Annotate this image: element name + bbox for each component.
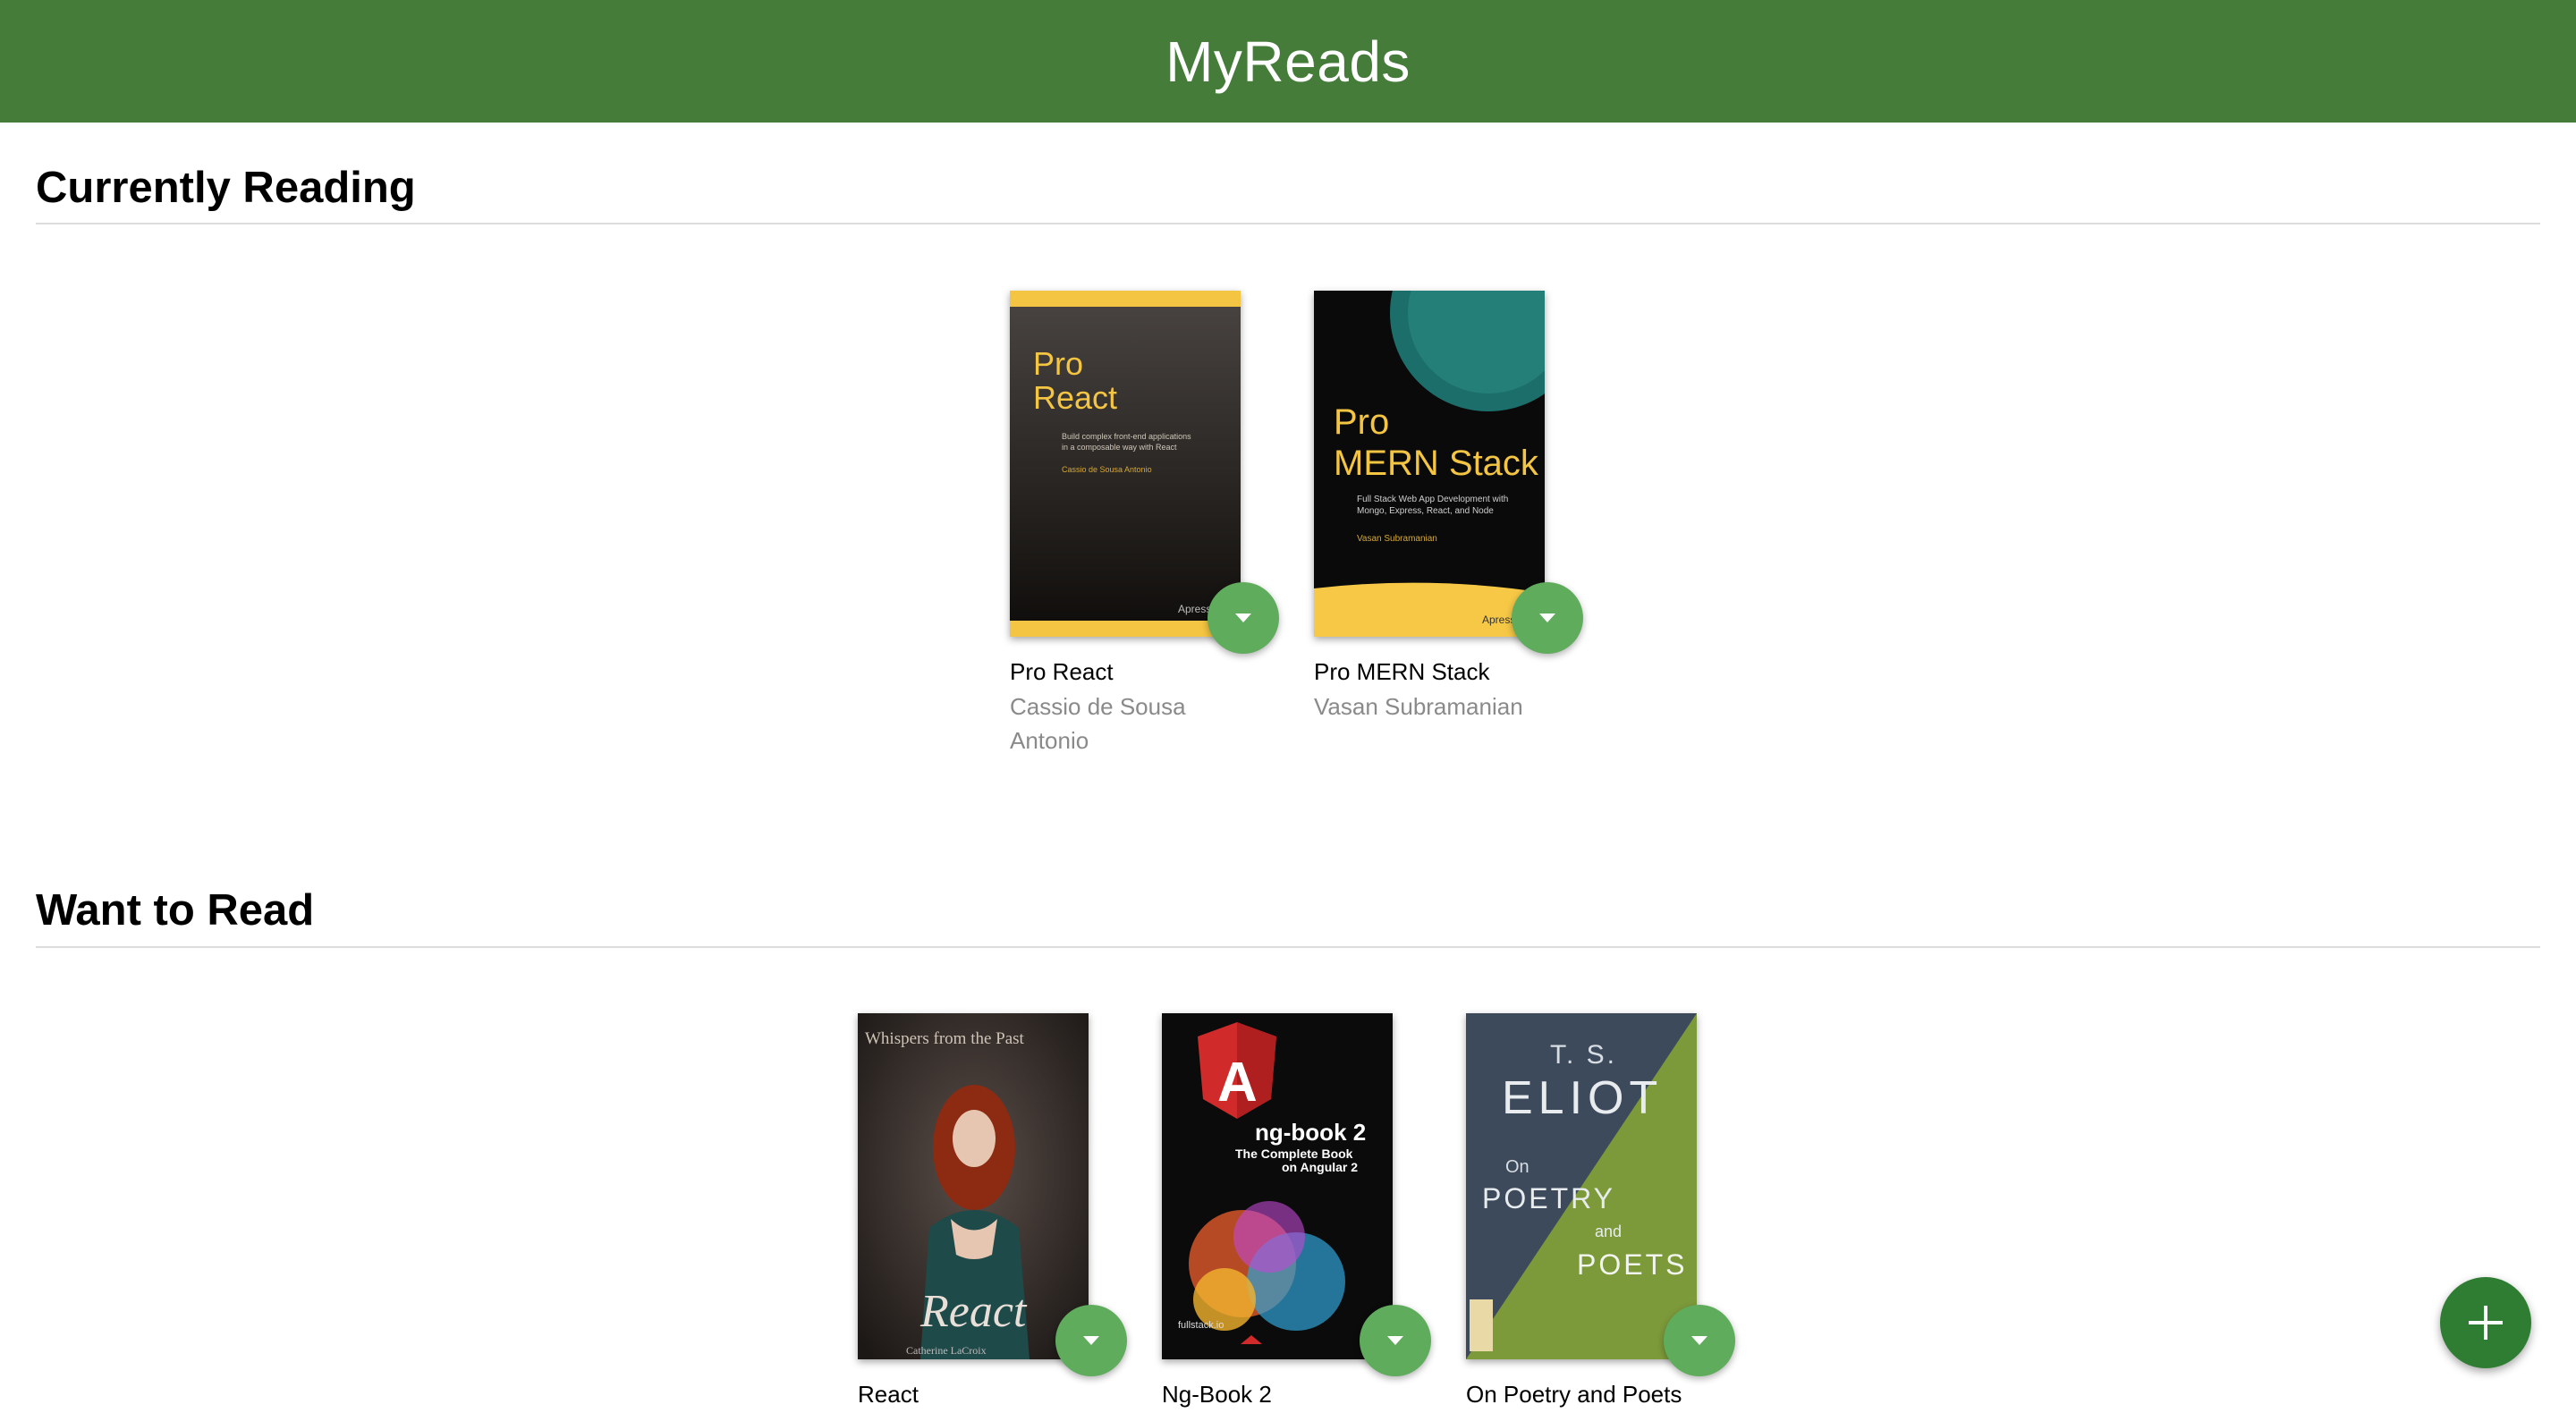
book-title: React — [858, 1381, 919, 1408]
shelf-changer-button[interactable] — [1208, 582, 1279, 654]
pro-react-cover-art: Pro React Build complex front-end applic… — [1010, 291, 1241, 637]
svg-text:Pro: Pro — [1033, 345, 1083, 382]
svg-text:and: and — [1595, 1223, 1622, 1240]
app-title: MyReads — [1165, 29, 1411, 94]
svg-text:React: React — [1033, 379, 1117, 416]
svg-text:On: On — [1505, 1157, 1530, 1177]
shelf-divider — [36, 223, 2540, 224]
svg-text:Apress: Apress — [1482, 613, 1515, 626]
svg-text:POETRY: POETRY — [1482, 1182, 1615, 1214]
ng-book-cover-art: A ng-book 2 The Complete Book on Angular… — [1162, 1013, 1393, 1359]
shelf-changer-button[interactable] — [1055, 1305, 1127, 1376]
triangle-down-icon — [1539, 613, 1555, 622]
book-title: Pro MERN Stack — [1314, 658, 1490, 685]
shelf-changer-button[interactable] — [1664, 1305, 1735, 1376]
svg-text:fullstack.io: fullstack.io — [1178, 1320, 1224, 1331]
svg-text:MERN Stack: MERN Stack — [1334, 444, 1539, 483]
book-cover[interactable]: A ng-book 2 The Complete Book on Angular… — [1162, 1013, 1393, 1359]
svg-text:React: React — [919, 1286, 1028, 1337]
svg-text:ELIOT: ELIOT — [1502, 1072, 1663, 1124]
book-title: Pro React — [1010, 658, 1114, 685]
svg-text:Vasan Subramanian: Vasan Subramanian — [1357, 534, 1437, 544]
svg-text:Full Stack Web App Development: Full Stack Web App Development with — [1357, 495, 1508, 504]
svg-text:POETS: POETS — [1577, 1248, 1687, 1281]
pro-mern-cover-art: Pro MERN Stack Full Stack Web App Develo… — [1314, 291, 1545, 637]
svg-text:Apress: Apress — [1178, 603, 1211, 615]
svg-text:A: A — [1217, 1052, 1258, 1113]
shelf-changer-button[interactable] — [1360, 1305, 1431, 1376]
poetry-cover-art: T. S. ELIOT On POETRY and POETS — [1466, 1013, 1697, 1359]
react-cover-art: Whispers from the Past React Catherine L… — [858, 1013, 1089, 1359]
shelf-changer-button[interactable] — [1512, 582, 1583, 654]
add-book-button[interactable] — [2440, 1277, 2531, 1368]
svg-text:Cassio de Sousa Antonio: Cassio de Sousa Antonio — [1062, 465, 1152, 474]
svg-text:Catherine LaCroix: Catherine LaCroix — [906, 1344, 987, 1357]
svg-text:Pro: Pro — [1334, 402, 1389, 442]
plus-icon — [2469, 1306, 2503, 1340]
app-header: MyReads — [0, 0, 2576, 123]
svg-text:T. S.: T. S. — [1550, 1040, 1617, 1070]
triangle-down-icon — [1083, 1336, 1099, 1345]
book-cover[interactable]: Pro React Build complex front-end applic… — [1010, 291, 1241, 637]
shelf-title-want-to-read: Want to Read — [36, 886, 315, 935]
shelf-divider — [36, 946, 2540, 948]
book-cover[interactable]: Whispers from the Past React Catherine L… — [858, 1013, 1089, 1359]
book-cover[interactable]: T. S. ELIOT On POETRY and POETS — [1466, 1013, 1697, 1359]
svg-text:ng-book 2: ng-book 2 — [1255, 1119, 1366, 1146]
triangle-down-icon — [1235, 613, 1251, 622]
svg-text:Whispers from the Past: Whispers from the Past — [865, 1029, 1025, 1048]
book-authors: Vasan Subramanian — [1314, 693, 1523, 720]
shelf-title-currently-reading: Currently Reading — [36, 164, 416, 212]
triangle-down-icon — [1691, 1336, 1707, 1345]
svg-text:on Angular 2: on Angular 2 — [1282, 1160, 1358, 1174]
book-title: Ng-Book 2 — [1162, 1381, 1272, 1408]
svg-text:Mongo, Express, React, and Nod: Mongo, Express, React, and Node — [1357, 506, 1494, 516]
book-authors: Cassio de Sousa Antonio — [1010, 693, 1186, 754]
book-title: On Poetry and Poets — [1466, 1381, 1682, 1408]
svg-text:Build complex front-end applic: Build complex front-end applications — [1062, 432, 1191, 441]
book-cover[interactable]: Pro MERN Stack Full Stack Web App Develo… — [1314, 291, 1545, 637]
triangle-down-icon — [1387, 1336, 1403, 1345]
svg-text:The Complete Book: The Complete Book — [1235, 1146, 1353, 1161]
svg-text:in a composable way with React: in a composable way with React — [1062, 443, 1177, 452]
